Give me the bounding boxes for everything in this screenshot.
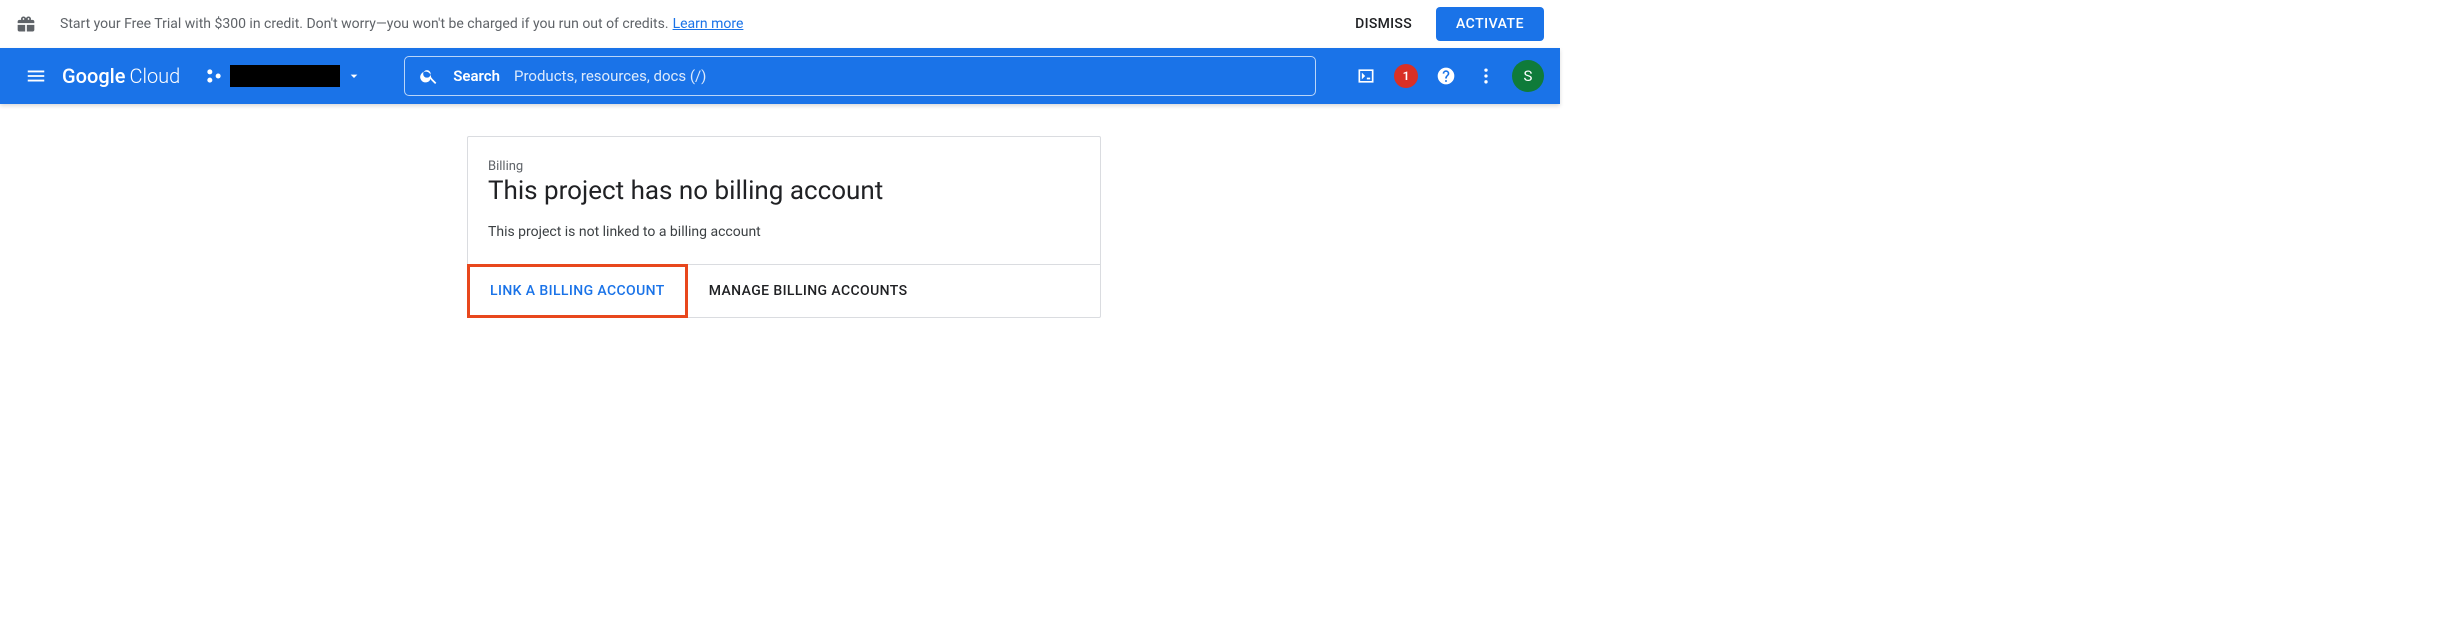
dismiss-button[interactable]: DISMISS (1339, 8, 1428, 40)
google-cloud-logo[interactable]: Google Cloud (62, 64, 180, 88)
search-icon (419, 66, 439, 86)
chevron-down-icon (346, 68, 362, 84)
search-placeholder: Products, resources, docs (/) (514, 67, 706, 85)
card-actions: LINK A BILLING ACCOUNT MANAGE BILLING AC… (468, 264, 1100, 317)
account-avatar[interactable]: S (1512, 60, 1544, 92)
manage-billing-accounts-button[interactable]: MANAGE BILLING ACCOUNTS (687, 265, 930, 317)
logo-google-text: Google (62, 64, 125, 88)
hamburger-icon (25, 65, 47, 87)
project-icon (204, 66, 224, 86)
notifications-button[interactable]: 1 (1386, 56, 1426, 96)
search-label: Search (453, 67, 500, 85)
card-kicker: Billing (488, 159, 1080, 174)
logo-cloud-text: Cloud (129, 64, 180, 88)
learn-more-link[interactable]: Learn more (673, 16, 744, 32)
billing-card: Billing This project has no billing acco… (467, 136, 1101, 318)
nav-menu-button[interactable] (16, 56, 56, 96)
search-input[interactable]: Search Products, resources, docs (/) (404, 56, 1316, 96)
page-content: Billing This project has no billing acco… (0, 104, 1560, 318)
gift-icon (16, 14, 36, 34)
project-name-redacted (230, 65, 340, 87)
promo-text: Start your Free Trial with $300 in credi… (60, 16, 669, 32)
help-button[interactable] (1426, 56, 1466, 96)
help-icon (1436, 66, 1456, 86)
activate-button[interactable]: ACTIVATE (1436, 7, 1544, 41)
terminal-icon (1356, 66, 1376, 86)
project-picker[interactable] (198, 61, 368, 91)
notification-badge: 1 (1394, 64, 1418, 88)
card-title: This project has no billing account (488, 176, 1080, 206)
more-vert-icon (1476, 66, 1496, 86)
promo-bar: Start your Free Trial with $300 in credi… (0, 0, 1560, 48)
link-billing-account-button[interactable]: LINK A BILLING ACCOUNT (468, 265, 687, 317)
cloud-shell-button[interactable] (1346, 56, 1386, 96)
card-subtitle: This project is not linked to a billing … (488, 224, 1080, 240)
app-header: Google Cloud Search Products, resources,… (0, 48, 1560, 104)
more-button[interactable] (1466, 56, 1506, 96)
